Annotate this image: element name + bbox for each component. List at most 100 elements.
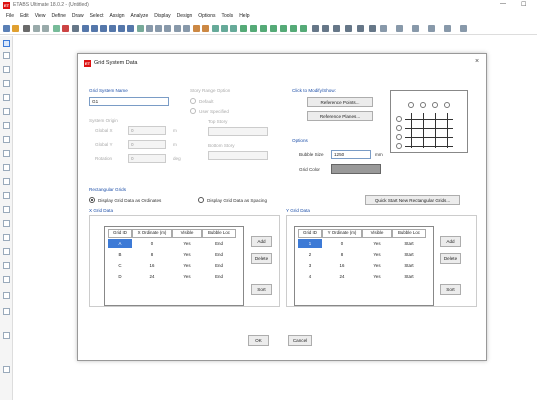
- minimize-button[interactable]: —: [500, 1, 506, 7]
- move-up-icon[interactable]: [193, 25, 200, 32]
- draw-dimension-side-icon[interactable]: [3, 248, 10, 255]
- table-cell[interactable]: 4: [298, 274, 322, 279]
- menu-tools[interactable]: Tools: [219, 11, 237, 21]
- menu-design[interactable]: Design: [174, 11, 196, 21]
- measure-icon[interactable]: [3, 366, 10, 373]
- table-cell[interactable]: 2: [298, 252, 322, 257]
- global-x-input[interactable]: 0: [128, 126, 166, 135]
- y-grid-table[interactable]: Grid ID Y Ordinate (m) Visible Bubble Lo…: [294, 226, 434, 306]
- plan-view-icon[interactable]: [146, 25, 153, 32]
- menu-file[interactable]: File: [3, 11, 17, 21]
- table-cell[interactable]: Start: [392, 252, 426, 257]
- menu-select[interactable]: Select: [87, 11, 107, 21]
- table-cell[interactable]: Yes: [362, 241, 392, 246]
- draw-area-icon[interactable]: [260, 25, 267, 32]
- display-options-icon[interactable]: [444, 25, 451, 32]
- draw-link-icon[interactable]: [322, 25, 329, 32]
- set-display-icon[interactable]: [221, 25, 228, 32]
- table-cell[interactable]: 8: [322, 252, 362, 257]
- table-cell[interactable]: A: [108, 241, 132, 246]
- draw-opening-icon[interactable]: [280, 25, 287, 32]
- table-cell[interactable]: Yes: [362, 274, 392, 279]
- draw-wall-icon[interactable]: [270, 25, 277, 32]
- zoom-previous-icon[interactable]: [118, 25, 125, 32]
- table-cell[interactable]: Yes: [362, 252, 392, 257]
- y-delete-button[interactable]: Delete: [440, 253, 461, 264]
- table-cell[interactable]: End: [202, 252, 236, 257]
- table-cell[interactable]: 16: [322, 263, 362, 268]
- draw-reference-icon[interactable]: [357, 25, 364, 32]
- reference-points-button[interactable]: Reference Points...: [307, 97, 373, 107]
- save-icon[interactable]: [23, 25, 30, 32]
- x-grid-table[interactable]: Grid ID X Ordinate (m) Visible Bubble Lo…: [104, 226, 244, 306]
- table-cell[interactable]: 3: [298, 263, 322, 268]
- menu-draw[interactable]: Draw: [69, 11, 87, 21]
- draw-section-cut-icon[interactable]: [345, 25, 352, 32]
- column-header[interactable]: Grid ID: [108, 229, 132, 238]
- menu-analyze[interactable]: Analyze: [127, 11, 151, 21]
- draw-beam-side-icon[interactable]: [3, 108, 10, 115]
- bottom-story-select[interactable]: [208, 151, 268, 160]
- table-cell[interactable]: D: [108, 274, 132, 279]
- table-cell[interactable]: End: [202, 241, 236, 246]
- lock-icon[interactable]: [62, 25, 69, 32]
- table-cell[interactable]: 0: [132, 241, 172, 246]
- x-sort-button[interactable]: Sort: [251, 284, 272, 295]
- column-header[interactable]: Y Ordinate (m): [322, 229, 362, 238]
- bubble-size-input[interactable]: 1250: [331, 150, 371, 159]
- menu-define[interactable]: Define: [48, 11, 68, 21]
- pencil-icon[interactable]: [53, 25, 60, 32]
- display-spacing-radio[interactable]: [198, 197, 204, 203]
- table-cell[interactable]: Start: [392, 263, 426, 268]
- perspective-icon[interactable]: [174, 25, 181, 32]
- rotation-input[interactable]: 0: [128, 154, 166, 163]
- draw-opening-side-icon[interactable]: [3, 164, 10, 171]
- ok-button[interactable]: OK: [248, 335, 269, 346]
- ruler-icon[interactable]: [3, 332, 10, 339]
- zoom-out-icon[interactable]: [100, 25, 107, 32]
- draw-link-side-icon[interactable]: [3, 234, 10, 241]
- menu-assign[interactable]: Assign: [106, 11, 127, 21]
- grid-system-name-input[interactable]: G1: [89, 97, 169, 106]
- undo-icon[interactable]: [33, 25, 40, 32]
- table-cell[interactable]: End: [202, 274, 236, 279]
- reference-planes-button[interactable]: Reference Planes...: [307, 111, 373, 121]
- draw-developed-icon[interactable]: [3, 276, 10, 283]
- draw-joint-icon[interactable]: [240, 25, 247, 32]
- menu-edit[interactable]: Edit: [17, 11, 32, 21]
- new-model-icon[interactable]: [3, 25, 10, 32]
- zoom-icon[interactable]: [82, 25, 89, 32]
- draw-brace-side-icon[interactable]: [3, 122, 10, 129]
- draw-frame-icon[interactable]: [250, 25, 257, 32]
- table-cell[interactable]: 24: [132, 274, 172, 279]
- cancel-button[interactable]: Cancel: [288, 335, 312, 346]
- refresh-icon[interactable]: [230, 25, 237, 32]
- draw-column-icon[interactable]: [312, 25, 319, 32]
- draw-section-side-icon[interactable]: [3, 262, 10, 269]
- assign-icon[interactable]: [428, 25, 435, 32]
- draw-deck-icon[interactable]: [3, 206, 10, 213]
- table-cell[interactable]: Yes: [172, 274, 202, 279]
- draw-brace-icon[interactable]: [290, 25, 297, 32]
- run-icon[interactable]: [72, 25, 79, 32]
- grid-color-swatch[interactable]: [331, 164, 381, 174]
- story-user-radio[interactable]: [190, 108, 196, 114]
- draw-grid-icon[interactable]: [369, 25, 376, 32]
- select-object-icon[interactable]: [396, 25, 403, 32]
- y-sort-button[interactable]: Sort: [440, 284, 461, 295]
- table-cell[interactable]: 16: [132, 263, 172, 268]
- table-cell[interactable]: 0: [322, 241, 362, 246]
- zoom-window-icon[interactable]: [109, 25, 116, 32]
- menu-help[interactable]: Help: [236, 11, 252, 21]
- column-header[interactable]: Bubble Loc: [202, 229, 236, 238]
- table-cell[interactable]: Start: [392, 241, 426, 246]
- draw-ramp-icon[interactable]: [3, 178, 10, 185]
- display-ordinates-radio[interactable]: [89, 197, 95, 203]
- rotate-icon[interactable]: [164, 25, 171, 32]
- table-cell[interactable]: B: [108, 252, 132, 257]
- draw-column-side-icon[interactable]: [3, 94, 10, 101]
- column-header[interactable]: Bubble Loc: [392, 229, 426, 238]
- global-y-input[interactable]: 0: [128, 140, 166, 149]
- table-cell[interactable]: 24: [322, 274, 362, 279]
- table-cell[interactable]: Yes: [172, 252, 202, 257]
